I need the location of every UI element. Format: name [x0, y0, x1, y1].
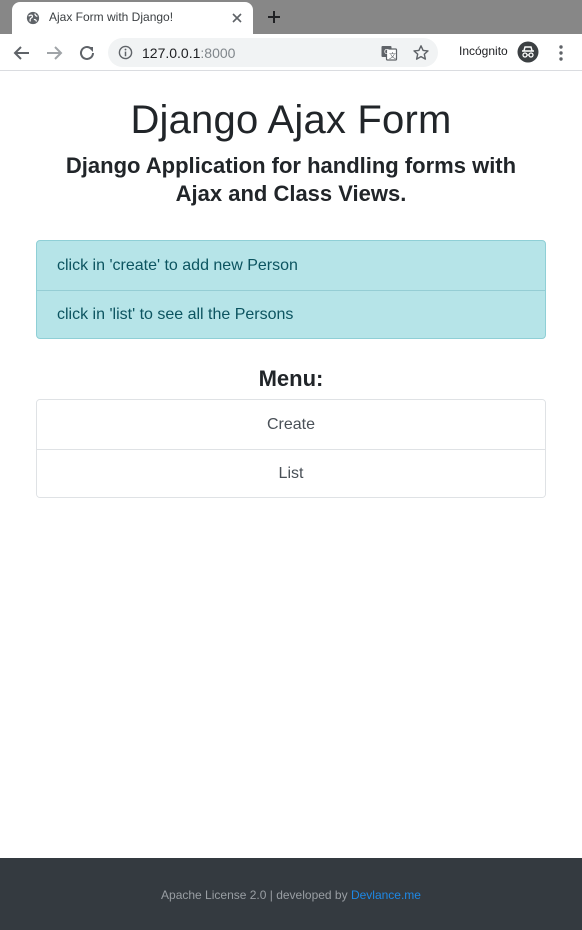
forward-arrow-icon[interactable] [43, 42, 65, 64]
translate-icon[interactable]: G 文 [380, 44, 398, 62]
page-subtitle: Django Application for handling forms wi… [65, 153, 517, 206]
browser-toolbar: 127.0.0.1:8000 G 文 Incógnito [0, 34, 582, 71]
info-icon[interactable] [118, 45, 133, 60]
browser-tab[interactable]: Ajax Form with Django! [12, 2, 253, 34]
incognito-icon[interactable] [517, 41, 539, 63]
alert-item-create-hint: click in 'create' to add new Person [57, 256, 298, 274]
page-content: Django Ajax Form Django Application for … [0, 72, 582, 858]
globe-icon [26, 11, 40, 25]
incognito-label: Incógnito [459, 44, 508, 58]
reload-icon[interactable] [76, 42, 98, 64]
plus-icon[interactable] [264, 7, 284, 27]
star-icon[interactable] [412, 44, 430, 62]
svg-text:文: 文 [389, 51, 396, 60]
url-port: :8000 [200, 45, 236, 61]
alert-item-list-hint: click in 'list' to see all the Persons [37, 290, 545, 338]
page-title: Django Ajax Form [130, 98, 452, 142]
tab-strip: Ajax Form with Django! [0, 0, 582, 34]
close-icon[interactable] [229, 10, 245, 26]
list-button[interactable]: List [37, 449, 545, 497]
more-vert-icon[interactable] [555, 42, 567, 64]
url-text: 127.0.0.1:8000 [142, 45, 235, 61]
info-alert-list: click in 'create' to add new Person clic… [36, 240, 546, 339]
footer: Apache License 2.0 | developed by Devlan… [0, 858, 582, 930]
url-host: 127.0.0.1 [142, 45, 201, 61]
developer-link[interactable]: Devlance.me [351, 888, 421, 902]
menu-list: Create List [36, 399, 546, 498]
footer-text: Apache License 2.0 | developed by Devlan… [0, 888, 582, 902]
menu-heading: Menu: [258, 366, 324, 391]
address-bar[interactable]: 127.0.0.1:8000 G 文 [108, 38, 438, 67]
tab-title: Ajax Form with Django! [49, 10, 174, 24]
back-arrow-icon[interactable] [11, 42, 33, 64]
create-button[interactable]: Create [37, 400, 545, 449]
license-text: Apache License 2.0 | developed by [161, 888, 351, 902]
